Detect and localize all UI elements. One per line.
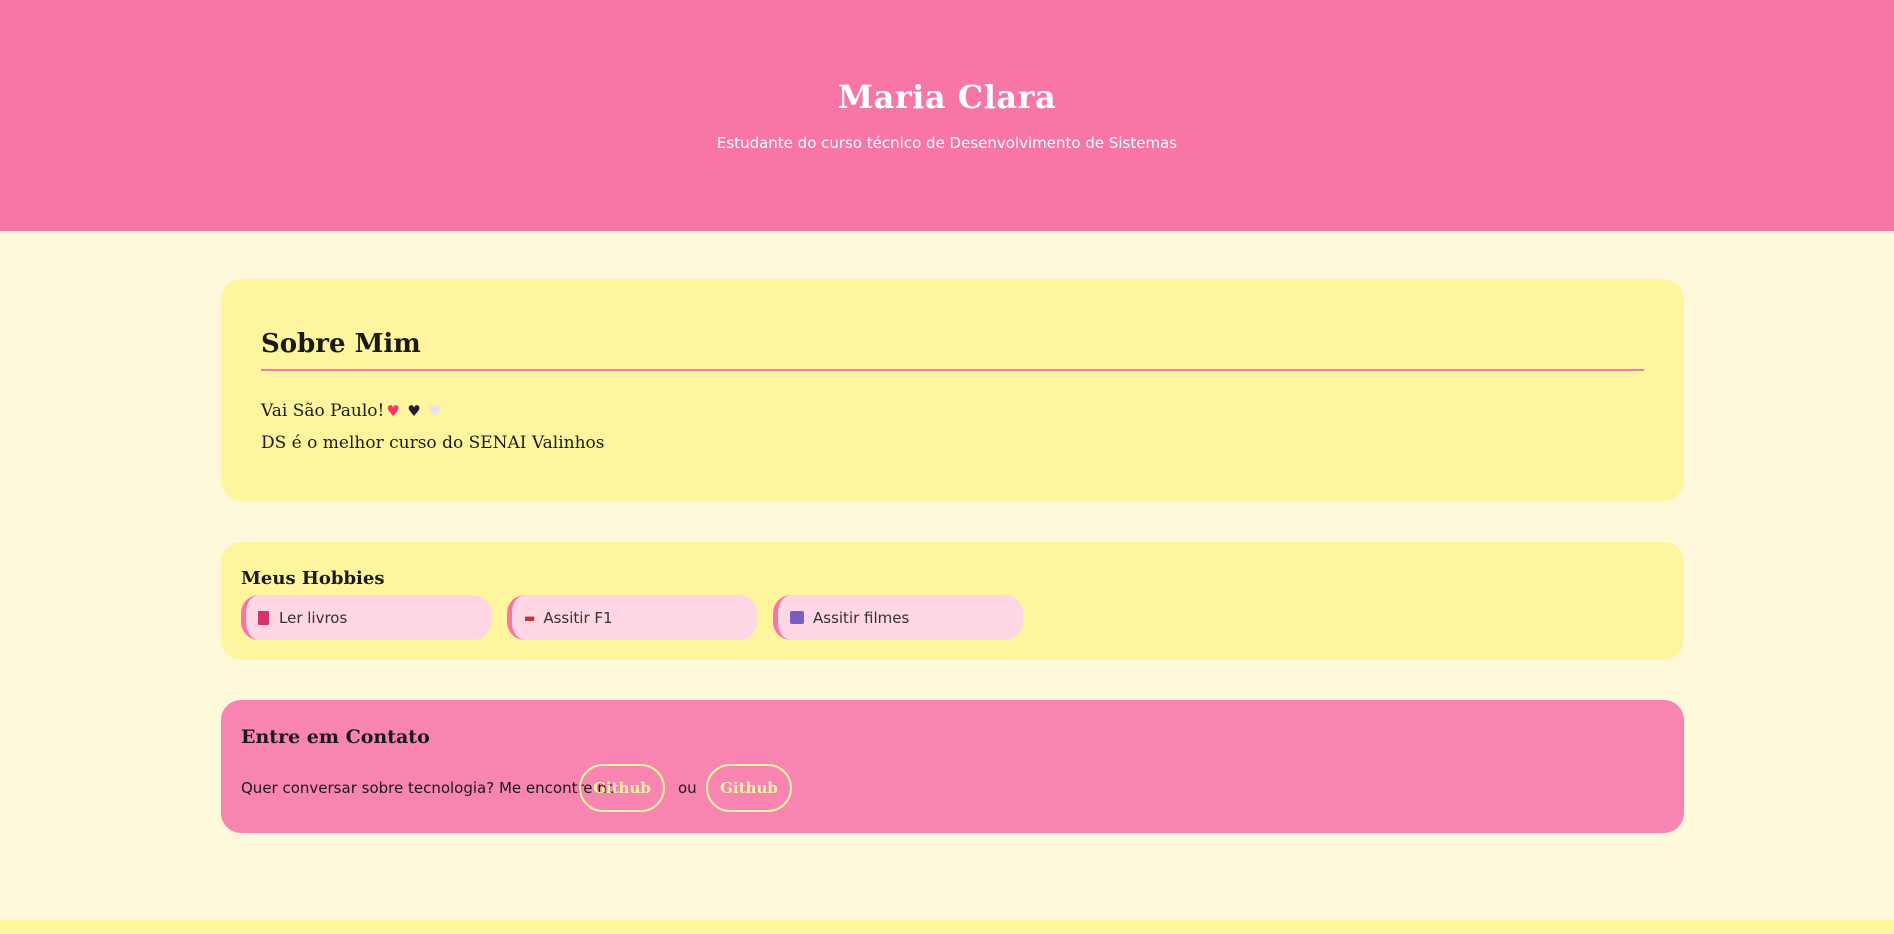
contact-section: Entre em Contato Quer conversar sobre te… xyxy=(221,700,1684,833)
hobby-item-movies: Assitir filmes xyxy=(773,595,1023,640)
page-title: Maria Clara xyxy=(837,78,1057,116)
white-heart-icon: ♥ xyxy=(428,402,442,420)
contact-title: Entre em Contato xyxy=(241,726,430,748)
contact-lead-text: Quer conversar sobre tecnologia? Me enco… xyxy=(241,779,616,797)
github-link-button[interactable]: Github xyxy=(579,764,665,812)
race-car-icon: ▬ xyxy=(524,610,536,625)
about-line-1: Vai São Paulo! ♥ ♥ ♥ xyxy=(261,401,442,421)
page-subtitle: Estudante do curso técnico de Desenvolvi… xyxy=(716,134,1178,152)
footer-bar xyxy=(0,920,1894,934)
hobby-label: Ler livros xyxy=(279,608,348,627)
clapperboard-icon xyxy=(790,611,804,624)
hobbies-section: Meus Hobbies Ler livros ▬ Assitir F1 Ass… xyxy=(221,542,1684,660)
page-header: Maria Clara Estudante do curso técnico d… xyxy=(0,0,1894,231)
book-icon xyxy=(258,610,269,625)
hobby-item-books: Ler livros xyxy=(241,595,491,640)
hobby-item-f1: ▬ Assitir F1 xyxy=(507,595,757,640)
red-heart-icon: ♥ xyxy=(386,402,400,420)
about-title: Sobre Mim xyxy=(261,329,421,359)
about-section: Sobre Mim Vai São Paulo! ♥ ♥ ♥ DS é o mel… xyxy=(221,279,1684,501)
contact-separator: ou xyxy=(678,779,697,797)
github-link-button-2[interactable]: Github xyxy=(706,764,792,812)
about-line-2: DS é o melhor curso do SENAI Valinhos xyxy=(261,433,605,453)
hobby-label: Assitir filmes xyxy=(813,608,910,627)
hobbies-title: Meus Hobbies xyxy=(241,568,385,589)
about-divider xyxy=(261,369,1644,371)
about-line-1-text: Vai São Paulo! xyxy=(261,401,385,421)
black-heart-icon: ♥ xyxy=(407,402,421,420)
hobby-label: Assitir F1 xyxy=(543,608,613,627)
